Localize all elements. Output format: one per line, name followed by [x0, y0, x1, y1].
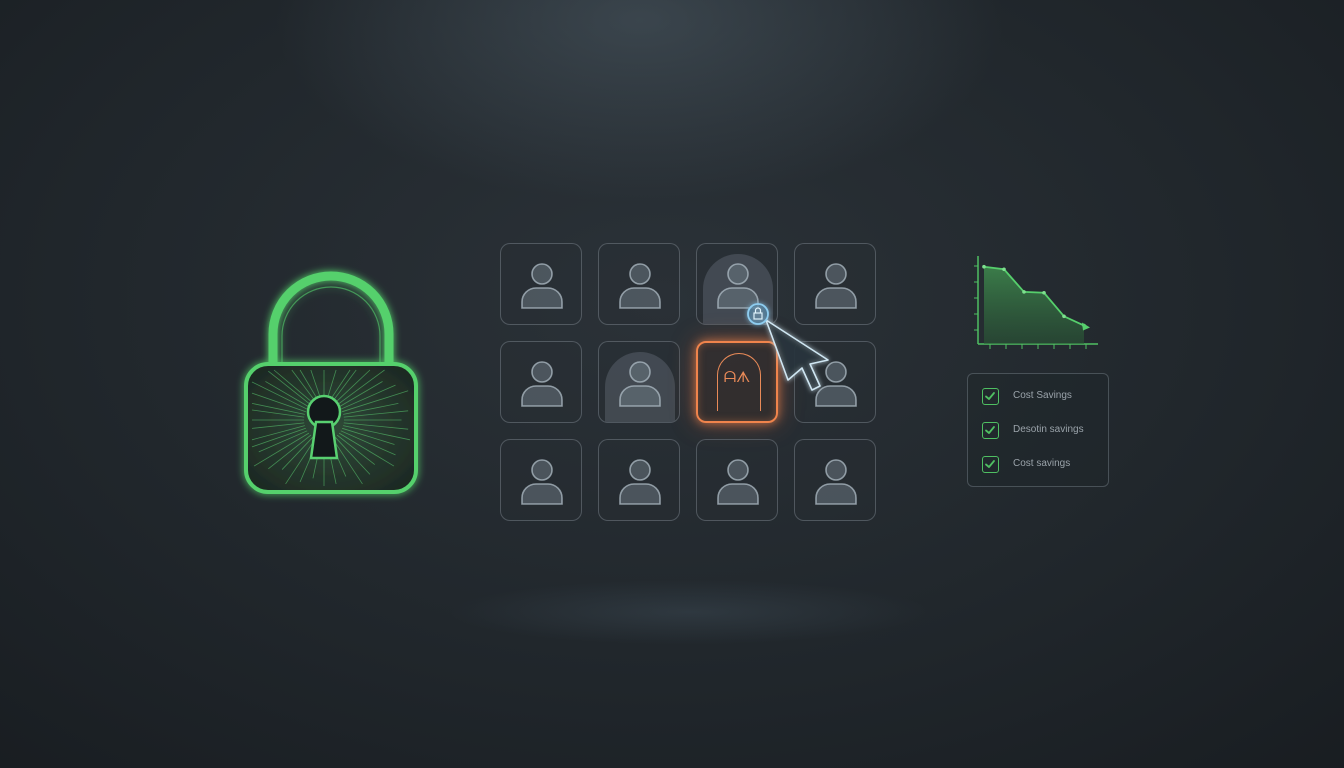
- user-tile[interactable]: [598, 243, 680, 325]
- checklist-item[interactable]: Cost Savings: [982, 387, 1106, 407]
- user-icon: [619, 263, 661, 309]
- user-icon: [815, 459, 857, 505]
- user-icon: [619, 361, 661, 407]
- chart-area: [984, 266, 1084, 344]
- user-icon: [717, 459, 759, 505]
- user-tile[interactable]: [794, 439, 876, 521]
- savings-checklist: Cost Savings Desotin savings Cost saving…: [967, 373, 1109, 487]
- checklist-item[interactable]: Cost savings: [982, 455, 1106, 475]
- user-tile[interactable]: [598, 341, 680, 423]
- user-icon: [521, 361, 563, 407]
- checklist-item-label: Cost Savings: [1013, 390, 1072, 401]
- checkbox-checked-icon[interactable]: [982, 456, 999, 473]
- user-tile[interactable]: [500, 341, 582, 423]
- chart-point: [1022, 290, 1026, 294]
- chart-point: [1042, 290, 1046, 295]
- scene-canvas: ᗩᗑ Cost Savings Desotin savings Cost sav…: [0, 0, 1344, 768]
- lock-badge-icon: [747, 303, 769, 325]
- cursor-arrow-icon: [740, 298, 850, 408]
- user-tile[interactable]: [598, 439, 680, 521]
- user-tile[interactable]: [696, 439, 778, 521]
- user-tile[interactable]: [500, 243, 582, 325]
- chart-point: [1062, 314, 1066, 319]
- user-icon: [521, 263, 563, 309]
- trend-arrow-icon: [1082, 322, 1090, 331]
- chart-point: [982, 264, 986, 269]
- padlock-icon: [236, 262, 426, 502]
- checkbox-checked-icon[interactable]: [982, 388, 999, 405]
- checklist-item[interactable]: Desotin savings: [982, 421, 1106, 441]
- user-icon: [619, 459, 661, 505]
- checklist-item-label: Desotin savings: [1013, 424, 1084, 435]
- user-icon: [521, 459, 563, 505]
- checkbox-checked-icon[interactable]: [982, 422, 999, 439]
- user-tile[interactable]: [500, 439, 582, 521]
- chart-point: [1002, 267, 1006, 272]
- checklist-item-label: Cost savings: [1013, 458, 1071, 469]
- cost-trend-chart: [966, 252, 1106, 358]
